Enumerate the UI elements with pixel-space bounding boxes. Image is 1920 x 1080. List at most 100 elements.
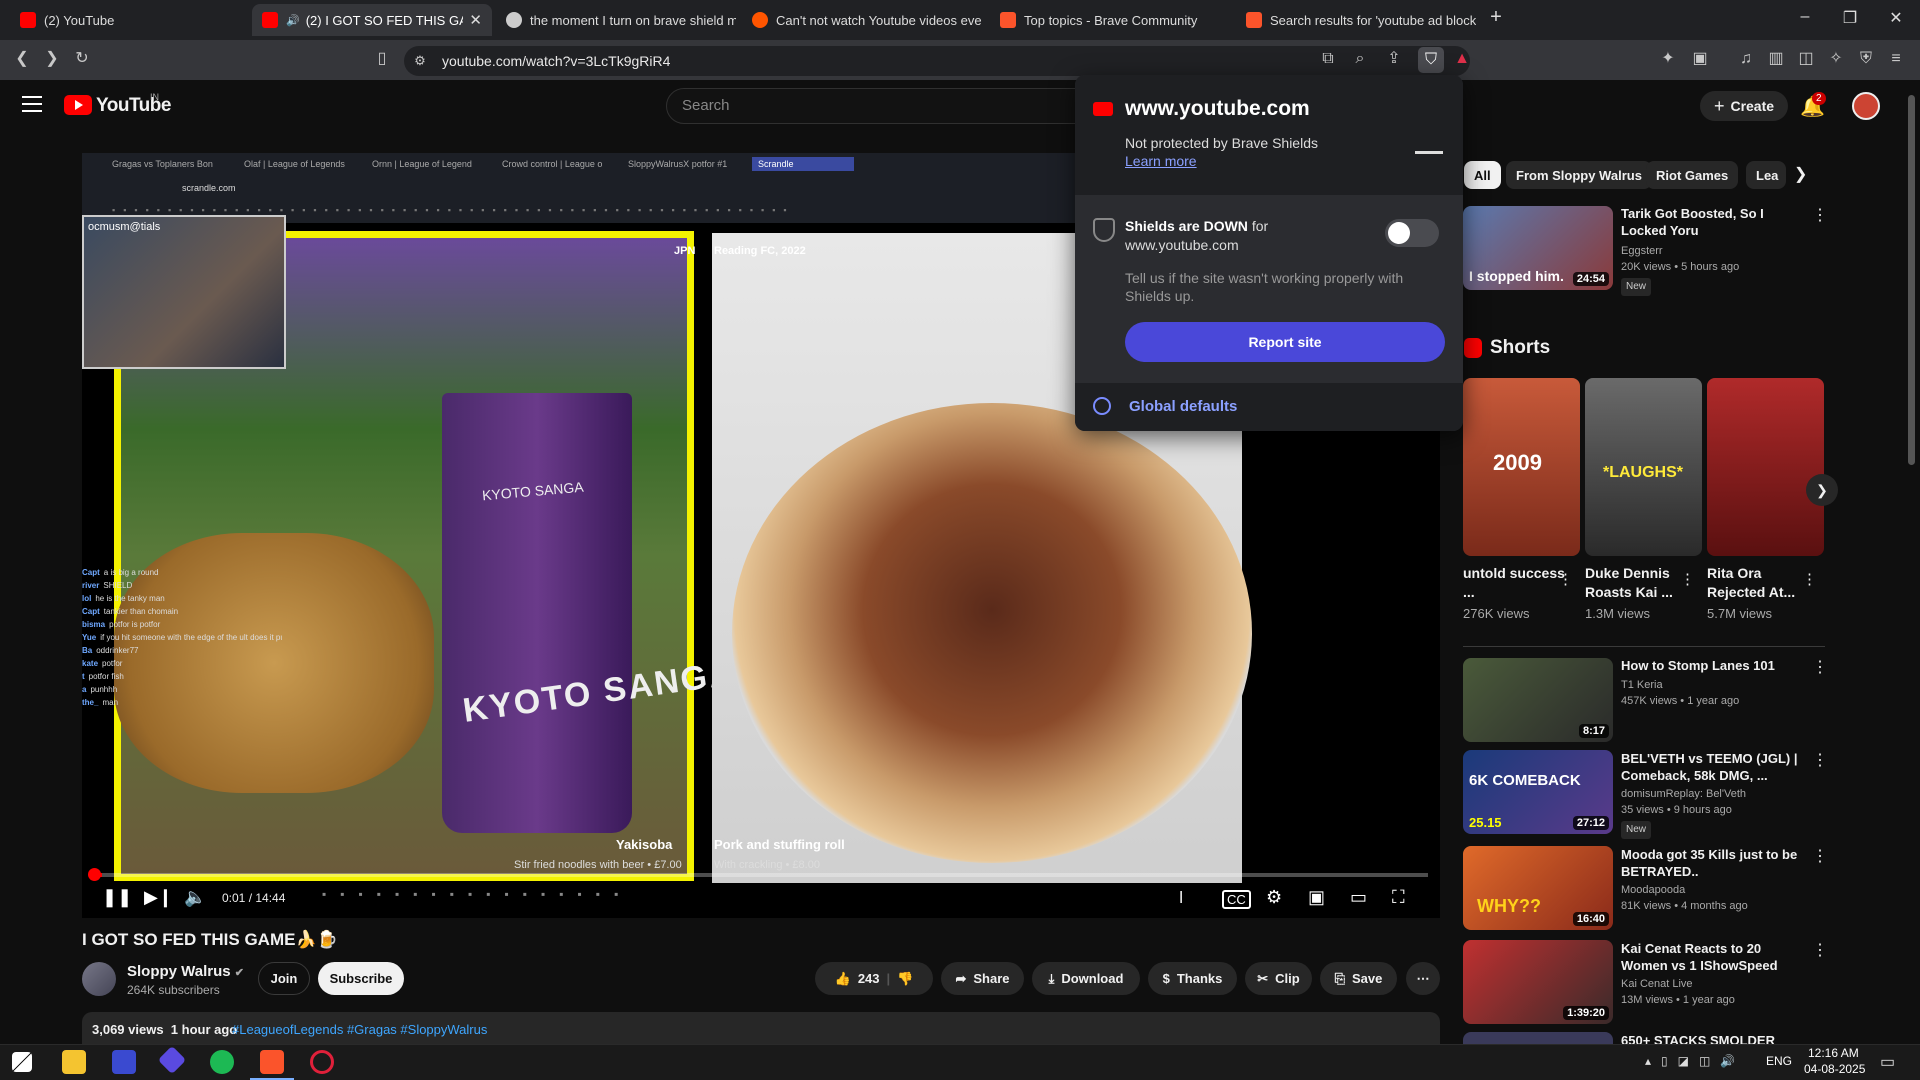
page-scrollbar[interactable]: [1908, 95, 1915, 465]
chip-all[interactable]: All: [1464, 161, 1501, 189]
theater-mode-icon[interactable]: ▭: [1350, 887, 1367, 908]
rec-title[interactable]: BEL'VETH vs TEEMO (JGL) | Comeback, 58k …: [1621, 750, 1811, 784]
clip-button[interactable]: ✂ Clip: [1245, 962, 1312, 995]
browser-tab-active[interactable]: 🔊 (2) I GOT SO FED THIS GAME ✕: [252, 4, 492, 36]
share-button[interactable]: ➦ Share: [941, 962, 1024, 995]
short-title[interactable]: Duke Dennis Roasts Kai ...: [1585, 564, 1690, 602]
more-actions-icon[interactable]: ⋯: [1406, 962, 1440, 995]
rec-title[interactable]: Kai Cenat Reacts to 20 Women vs 1 IShowS…: [1621, 940, 1811, 974]
more-options-icon[interactable]: ⋮: [1558, 570, 1573, 588]
system-tray-icons[interactable]: ▴▯◪◫🔊: [1645, 1054, 1745, 1068]
download-button[interactable]: ⤓ Download: [1032, 962, 1140, 995]
thanks-button[interactable]: $ Thanks: [1148, 962, 1237, 995]
short-thumbnail[interactable]: [1707, 378, 1824, 556]
rec-title[interactable]: 650+ STACKS SMOLDER: [1621, 1032, 1811, 1044]
notification-center-icon[interactable]: ▭: [1880, 1052, 1895, 1072]
more-options-icon[interactable]: ⋮: [1802, 570, 1817, 588]
share-icon[interactable]: ⇪: [1384, 49, 1404, 69]
browser-tab[interactable]: Top topics - Brave Community: [990, 4, 1230, 36]
hashtags[interactable]: #LeagueofLegends #Gragas #SloppyWalrus: [232, 1022, 487, 1037]
language-indicator[interactable]: ENG: [1766, 1054, 1792, 1068]
rec-title[interactable]: Tarik Got Boosted, So I Locked Yoru: [1621, 205, 1811, 239]
browser-tab[interactable]: the moment I turn on brave shield m: [496, 4, 736, 36]
miniplayer-icon[interactable]: ▣: [1308, 887, 1325, 908]
subscribe-button[interactable]: Subscribe: [318, 962, 404, 995]
opera-icon[interactable]: [310, 1050, 334, 1074]
back-icon[interactable]: ❮: [12, 49, 32, 69]
short-title[interactable]: Rita Ora Rejected At...: [1707, 564, 1812, 602]
rec-title[interactable]: Mooda got 35 Kills just to be BETRAYED..: [1621, 846, 1811, 880]
more-options-icon[interactable]: ⋮: [1812, 750, 1828, 770]
browser-tab[interactable]: Search results for 'youtube ad block': [1236, 4, 1476, 36]
app-icon[interactable]: [112, 1050, 136, 1074]
short-title[interactable]: untold success ...: [1463, 564, 1568, 602]
youtube-logo-icon[interactable]: [64, 95, 92, 115]
chevron-right-icon[interactable]: ❯: [1794, 164, 1807, 184]
zoom-icon[interactable]: ⌕: [1350, 49, 1370, 69]
learn-more-link[interactable]: Learn more: [1125, 153, 1197, 169]
browser-tab[interactable]: Can't not watch Youtube videos even: [742, 4, 982, 36]
next-icon[interactable]: ▶❙: [144, 887, 173, 908]
rec-thumbnail[interactable]: [1463, 1032, 1613, 1044]
close-window-icon[interactable]: ✕: [1884, 8, 1908, 28]
short-thumbnail[interactable]: *LAUGHS*: [1585, 378, 1702, 556]
rec-thumbnail[interactable]: I stopped him. 24:54: [1463, 206, 1613, 290]
global-defaults-link[interactable]: Global defaults: [1129, 398, 1237, 415]
chip-from-channel[interactable]: From Sloppy Walrus: [1506, 161, 1652, 189]
bookmark-icon[interactable]: ▯: [372, 49, 392, 69]
channel-avatar[interactable]: [82, 962, 116, 996]
windows-start-icon[interactable]: [12, 1052, 32, 1072]
restore-icon[interactable]: ❐: [1838, 8, 1862, 28]
brave-rewards-icon[interactable]: ▲: [1452, 49, 1472, 69]
wallet-icon[interactable]: ◫: [1796, 49, 1816, 69]
autoplay-toggle-icon[interactable]: ⏽: [1174, 887, 1188, 908]
progress-track[interactable]: [94, 873, 1428, 877]
settings-gear-icon[interactable]: ⚙: [1266, 887, 1282, 908]
forward-icon[interactable]: ❯: [42, 49, 62, 69]
dislike-icon[interactable]: 👎: [897, 971, 913, 987]
user-avatar[interactable]: [1852, 92, 1880, 120]
more-options-icon[interactable]: ⋮: [1812, 657, 1828, 677]
more-options-icon[interactable]: ⋮: [1812, 205, 1828, 225]
media-icon[interactable]: ♫: [1736, 49, 1756, 69]
report-site-button[interactable]: Report site: [1125, 322, 1445, 362]
pause-icon[interactable]: ❚❚: [102, 887, 132, 908]
leo-ai-icon[interactable]: ✧: [1826, 49, 1846, 69]
progress-scrubber[interactable]: [88, 868, 101, 881]
rec-thumbnail[interactable]: WHY?? 16:40: [1463, 846, 1613, 930]
shields-toggle[interactable]: [1385, 219, 1439, 247]
new-tab-button[interactable]: +: [1484, 6, 1508, 29]
channel-name[interactable]: Sloppy Walrus ✔: [127, 963, 244, 980]
file-explorer-icon[interactable]: [62, 1050, 86, 1074]
create-button[interactable]: + Create: [1700, 91, 1788, 121]
more-options-icon[interactable]: ⋮: [1812, 940, 1828, 960]
rec-title[interactable]: How to Stomp Lanes 101: [1621, 657, 1811, 674]
more-options-icon[interactable]: ⋮: [1812, 846, 1828, 866]
minimize-icon[interactable]: –: [1793, 8, 1817, 26]
join-button[interactable]: Join: [258, 962, 310, 995]
shields-minimize-icon[interactable]: [1415, 151, 1443, 154]
more-options-icon[interactable]: ⋮: [1680, 570, 1695, 588]
close-tab-icon[interactable]: ✕: [463, 11, 482, 29]
chip-partial[interactable]: Lea: [1746, 161, 1786, 189]
site-info-icon[interactable]: ⚙: [410, 51, 430, 71]
volume-icon[interactable]: 🔈: [184, 887, 206, 908]
menu-icon[interactable]: ≡: [1886, 49, 1906, 69]
tab-search-icon[interactable]: ▣: [1690, 49, 1710, 69]
spotify-icon[interactable]: [210, 1050, 234, 1074]
brave-icon[interactable]: [260, 1050, 284, 1074]
save-button[interactable]: ⎘ Save: [1320, 962, 1397, 995]
open-in-app-icon[interactable]: ⧉: [1318, 49, 1338, 69]
hamburger-menu-icon[interactable]: [22, 96, 42, 112]
rec-thumbnail[interactable]: 8:17: [1463, 658, 1613, 742]
url-text[interactable]: youtube.com/watch?v=3LcTk9gRiR4: [442, 53, 670, 69]
captions-icon[interactable]: CC: [1222, 890, 1251, 909]
like-icon[interactable]: 👍: [835, 971, 851, 987]
short-thumbnail[interactable]: 2009: [1463, 378, 1580, 556]
vpn-icon[interactable]: ⛨: [1856, 49, 1876, 69]
shorts-next-icon[interactable]: ❯: [1806, 474, 1838, 506]
brave-shields-icon[interactable]: ⛉: [1418, 47, 1444, 73]
youtube-logo-text[interactable]: YouTube: [96, 95, 171, 117]
chip-riot-games[interactable]: Riot Games: [1646, 161, 1739, 189]
rec-thumbnail[interactable]: 1:39:20: [1463, 940, 1613, 1024]
